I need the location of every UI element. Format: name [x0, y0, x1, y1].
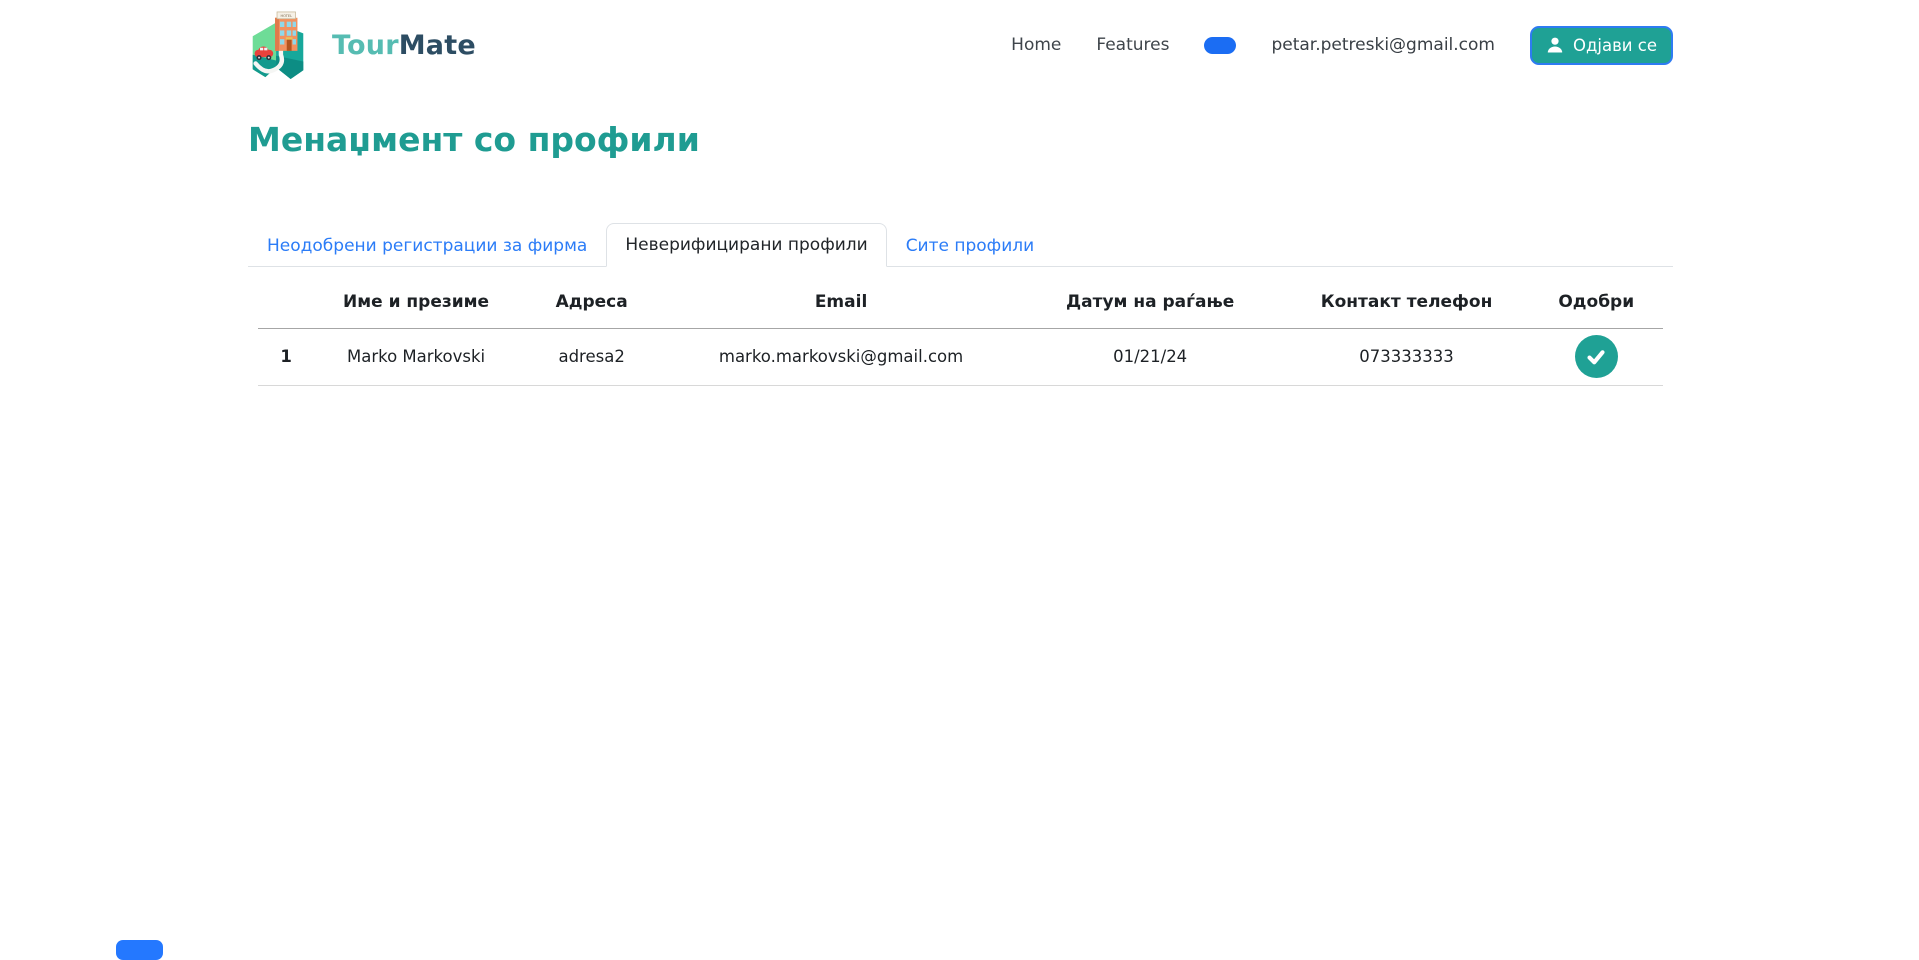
col-header-phone: Контакт телефон [1283, 276, 1530, 329]
cell-address: adresa2 [558, 347, 625, 366]
col-header-approve: Одобри [1529, 276, 1663, 329]
svg-text:HOTEL: HOTEL [280, 14, 292, 18]
page-title: Менаџмент со профили [248, 120, 700, 159]
profiles-table: Име и презиме Адреса Email Датум на раѓа… [258, 276, 1663, 386]
tab-bar: Неодобрени регистрации за фирма Неверифи… [248, 223, 1673, 267]
col-header-index [258, 276, 315, 329]
tourmate-logo-icon: HOTEL [252, 11, 304, 80]
cell-email: marko.markovski@gmail.com [718, 347, 964, 366]
logout-button-label: Одјави се [1572, 35, 1657, 55]
row-index: 1 [280, 347, 292, 366]
approve-button[interactable] [1574, 335, 1618, 378]
tab-all-profiles[interactable]: Сите профили [887, 224, 1054, 267]
header-nav: Home Features petar.petreski@gmail.com О… [1011, 25, 1673, 65]
cell-birthdate: 01/21/24 [1113, 347, 1188, 366]
brand[interactable]: HOTEL TourMate [248, 10, 476, 80]
nav-home-link[interactable]: Home [1011, 35, 1061, 55]
main-content: Менаџмент со профили Неодобрени регистра… [248, 90, 1673, 386]
user-email: petar.petreski@gmail.com [1271, 35, 1495, 55]
col-header-email: Email [665, 276, 1017, 329]
table-header-row: Име и презиме Адреса Email Датум на раѓа… [258, 276, 1663, 329]
cell-full-name: Marko Markovski [346, 347, 486, 366]
table-row: 1 Marko Markovski adresa2 marko.markovsk… [258, 328, 1663, 385]
tab-unapproved-company-registrations[interactable]: Неодобрени регистрации за фирма [248, 224, 606, 267]
nav-toggle-pill[interactable] [1204, 36, 1237, 54]
cell-phone: 073333333 [1359, 347, 1454, 366]
cell-approve [1529, 328, 1663, 385]
logout-button[interactable]: Одјави се [1529, 25, 1673, 65]
brand-name-mate: Mate [398, 29, 476, 61]
tab-content: Име и презиме Адреса Email Датум на раѓа… [248, 267, 1673, 386]
check-icon [1587, 349, 1605, 364]
nav-features-link[interactable]: Features [1096, 35, 1169, 55]
top-navbar: HOTEL TourMate Home Features petar.petre… [0, 0, 1919, 90]
tab-unverified-profiles[interactable]: Неверифицирани профили [606, 223, 887, 267]
col-header-name: Име и презиме [314, 276, 518, 329]
bottom-artifact [116, 940, 163, 960]
brand-name-tour: Tour [332, 29, 399, 61]
col-header-birthdate: Датум на раѓање [1016, 276, 1284, 329]
col-header-address: Адреса [517, 276, 666, 329]
person-icon [1547, 37, 1563, 53]
brand-name: TourMate [332, 30, 476, 61]
